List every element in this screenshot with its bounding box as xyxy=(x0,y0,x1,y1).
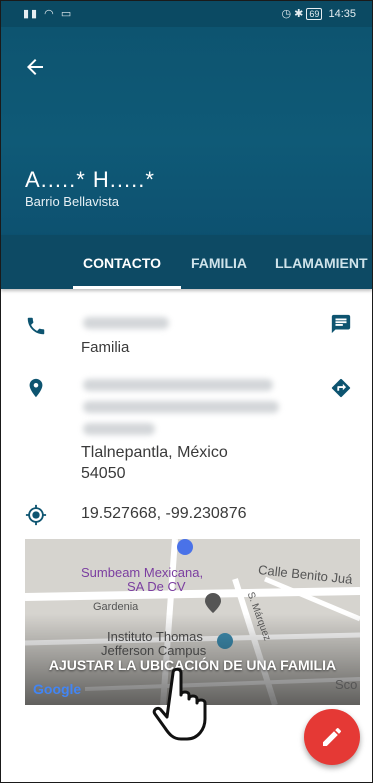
app-screen: ▮▮ ◠ ▭ ◷ ✱ 69 14:35 A.....* H.....* Barr… xyxy=(0,0,373,783)
active-tab-indicator xyxy=(73,286,181,289)
edit-fab-button[interactable] xyxy=(304,709,360,765)
phone-number-redacted xyxy=(83,317,169,329)
phone-type-label: Familia xyxy=(81,339,130,356)
map-label-gardenia: Gardenia xyxy=(93,601,139,613)
address-city: Tlalnepantla, México xyxy=(81,444,228,461)
address-line-redacted-3 xyxy=(83,423,155,435)
pencil-icon xyxy=(323,728,341,746)
clock: 14:35 xyxy=(328,8,356,20)
contact-name: A.....* H.....* xyxy=(25,167,155,192)
status-bar: ▮▮ ◠ ▭ ◷ ✱ 69 14:35 xyxy=(1,1,372,27)
address-line-redacted-1 xyxy=(83,379,273,391)
gps-target-icon xyxy=(25,504,47,526)
location-pin-icon xyxy=(29,378,43,398)
google-logo: Google xyxy=(33,681,82,697)
map-label-sumbeam-2: SA De CV xyxy=(127,579,186,594)
status-right: ◷ ✱ 69 14:35 xyxy=(281,7,356,20)
address-line-redacted-2 xyxy=(83,401,279,413)
tap-hand-cursor-icon xyxy=(152,667,207,741)
contact-ward: Barrio Bellavista xyxy=(25,194,119,209)
coordinates: 19.527668, -99.230876 xyxy=(81,505,247,522)
tab-llamamientos[interactable]: LLAMAMIENT xyxy=(275,255,368,271)
alarm-icon: ◷ xyxy=(281,8,292,20)
map-label-jefferson: Jefferson Campus xyxy=(101,643,207,658)
tab-contacto[interactable]: CONTACTO xyxy=(83,255,161,271)
battery-indicator: 69 xyxy=(306,8,323,20)
bluetooth-icon: ✱ xyxy=(294,8,304,20)
map-label-sco: Sco xyxy=(335,677,358,692)
map-label-sumbeam: Sumbeam Mexicana, xyxy=(81,565,204,580)
contact-header: A.....* H.....* Barrio Bellavista xyxy=(1,27,372,235)
message-icon[interactable] xyxy=(330,313,352,335)
phone-icon xyxy=(27,317,45,335)
map-label-instituto: Instituto Thomas xyxy=(107,629,203,644)
tab-bar: CONTACTO FAMILIA LLAMAMIENT xyxy=(1,235,372,289)
back-arrow-icon[interactable] xyxy=(23,55,47,79)
signal-icon: ▮▮ ◠ ▭ xyxy=(23,8,74,20)
address-postal-code: 54050 xyxy=(81,465,126,482)
tab-familia[interactable]: FAMILIA xyxy=(191,255,247,271)
directions-icon[interactable] xyxy=(330,377,352,399)
